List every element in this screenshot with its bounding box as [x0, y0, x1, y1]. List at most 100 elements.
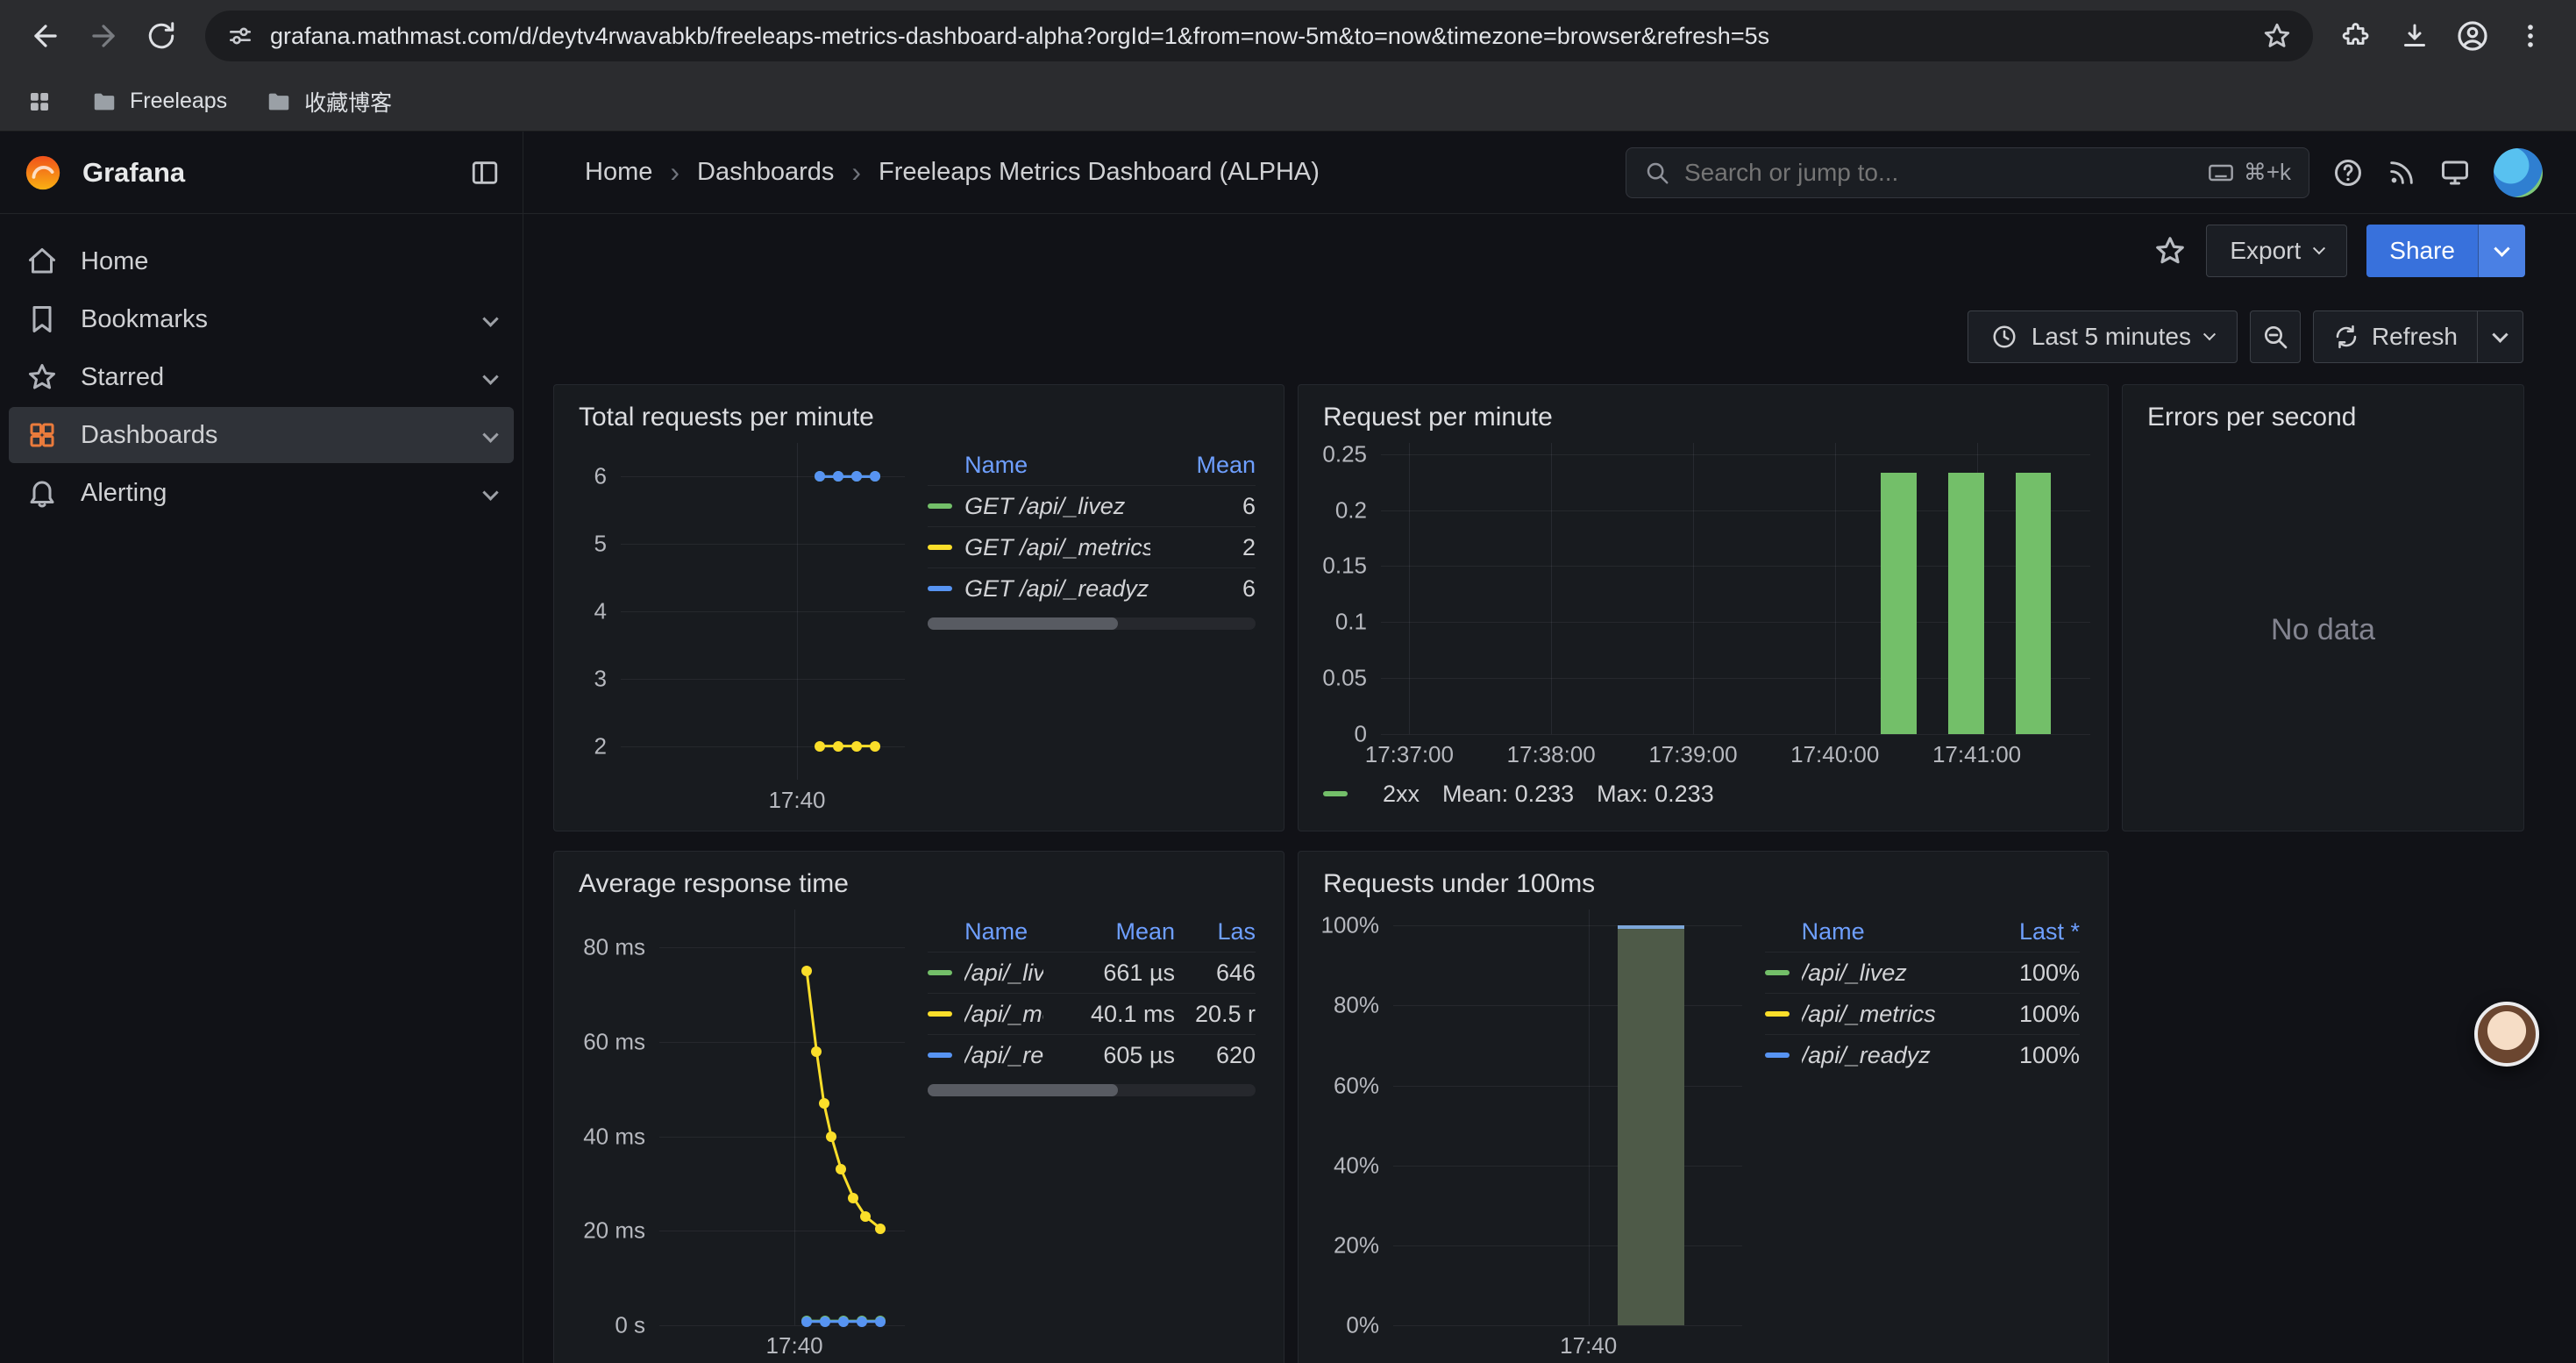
chevron-down-icon[interactable]: [482, 484, 498, 500]
legend-header-name[interactable]: Name: [964, 918, 1043, 946]
panel-request-per-minute: Request per minute 0.250.20.150.10.050 1…: [1298, 384, 2109, 831]
bookmark-label: Freeleaps: [130, 89, 227, 114]
legend-table: Name Mean GET /api/_livez 6: [905, 443, 1266, 817]
series-name: 2xx: [1383, 781, 1420, 808]
grafana-topbar: Home › Dashboards › Freeleaps Metrics Da…: [523, 132, 2576, 214]
legend-scrollbar[interactable]: [928, 617, 1256, 630]
no-data-message: No data: [2140, 443, 2506, 817]
dashboard-canvas: Last 5 minutes Refresh: [523, 288, 2576, 1363]
series-mean: 2: [1150, 534, 1256, 561]
sidebar-item-starred[interactable]: Starred: [9, 349, 514, 405]
zoom-out-button[interactable]: [2250, 310, 2301, 363]
legend-header-last[interactable]: Las: [1175, 918, 1256, 946]
breadcrumb-current: Freeleaps Metrics Dashboard (ALPHA): [879, 158, 1320, 187]
home-icon: [26, 246, 58, 277]
legend-header-name[interactable]: Name: [1802, 918, 1975, 946]
forward-button[interactable]: [77, 10, 130, 62]
profile-icon[interactable]: [2446, 10, 2499, 62]
legend-row[interactable]: /api/_readyz 100%: [1765, 1034, 2080, 1075]
browser-toolbar: [0, 0, 2576, 72]
dashboards-icon: [26, 419, 58, 451]
legend-table: Name Last * /api/_livez 100%: [1742, 910, 2090, 1362]
legend-row[interactable]: GET /api/_livez 6: [928, 485, 1256, 526]
legend-row[interactable]: /api/_metrics 100%: [1765, 993, 2080, 1034]
legend-row[interactable]: GET /api/_metrics 2: [928, 526, 1256, 567]
panel-title[interactable]: Average response time: [572, 864, 1266, 910]
series-name: GET /api/_readyz: [964, 575, 1150, 603]
star-icon: [26, 361, 58, 393]
news-rss-icon[interactable]: [2387, 158, 2416, 188]
bookmark-item-freeleaps[interactable]: Freeleaps: [91, 89, 227, 115]
chevron-down-icon[interactable]: [482, 368, 498, 384]
sidebar-collapse-icon[interactable]: [470, 158, 500, 188]
legend-row[interactable]: /api/_livez 100%: [1765, 952, 2080, 993]
sidebar-item-home[interactable]: Home: [9, 233, 514, 289]
series-last: 620: [1175, 1042, 1256, 1069]
download-icon[interactable]: [2388, 10, 2441, 62]
brand-title: Grafana: [82, 157, 185, 189]
legend-header-mean[interactable]: Mean: [1043, 918, 1175, 946]
legend-inline[interactable]: 2xx Mean: 0.233 Max: 0.233: [1316, 771, 2090, 817]
favorite-star-icon[interactable]: [2153, 234, 2187, 268]
search-box[interactable]: ⌘+k: [1626, 147, 2309, 198]
extensions-icon[interactable]: [2330, 10, 2383, 62]
legend-row[interactable]: /api/_metrics 40.1 ms 20.5 r: [928, 993, 1256, 1034]
share-menu-button[interactable]: [2478, 225, 2525, 277]
back-button[interactable]: [19, 10, 72, 62]
refresh-interval-button[interactable]: [2477, 311, 2523, 362]
sidebar-item-label: Dashboards: [81, 421, 217, 450]
help-icon[interactable]: [2332, 157, 2364, 189]
refresh-button[interactable]: Refresh: [2314, 311, 2477, 362]
series-last: 100%: [1975, 1001, 2080, 1028]
legend-header-name[interactable]: Name: [964, 452, 1150, 479]
bookmark-item-blogs[interactable]: 收藏博客: [266, 86, 392, 118]
sidebar-item-alerting[interactable]: Alerting: [9, 465, 514, 521]
legend-header-last[interactable]: Last *: [1975, 918, 2080, 946]
user-avatar[interactable]: [2494, 148, 2543, 197]
sidebar-item-dashboards[interactable]: Dashboards: [9, 407, 514, 463]
site-settings-icon[interactable]: [226, 22, 254, 50]
panel-title[interactable]: Request per minute: [1316, 397, 2090, 443]
folder-icon: [266, 89, 292, 115]
legend-row[interactable]: /api/_livez 661 µs 646: [928, 952, 1256, 993]
export-button[interactable]: Export: [2206, 225, 2347, 277]
keyboard-shortcut-hint: ⌘+k: [2207, 159, 2291, 187]
bookmark-label: 收藏博客: [304, 86, 392, 118]
panel-total-requests: Total requests per minute 65432 17:40 Na…: [553, 384, 1284, 831]
url-input[interactable]: [270, 23, 2246, 50]
request-per-minute-chart: 0.250.20.150.10.050 17:37:0017:38:0017:3…: [1316, 443, 2090, 771]
series-color-swatch: [928, 1053, 952, 1058]
scrollbar-thumb[interactable]: [928, 1084, 1118, 1096]
search-icon: [1644, 160, 1670, 186]
grafana-logo[interactable]: [23, 153, 63, 193]
chevron-down-icon[interactable]: [482, 426, 498, 442]
chevron-down-icon[interactable]: [482, 310, 498, 326]
search-input[interactable]: [1684, 159, 2193, 187]
series-mean: 6: [1150, 493, 1256, 520]
legend-row[interactable]: /api/_readyz 605 µs 620: [928, 1034, 1256, 1075]
apps-grid-icon[interactable]: [26, 89, 53, 115]
breadcrumb-home[interactable]: Home: [585, 158, 652, 187]
time-range-picker[interactable]: Last 5 minutes: [1968, 310, 2238, 363]
legend-scrollbar[interactable]: [928, 1084, 1256, 1096]
time-controls: Last 5 minutes Refresh: [523, 288, 2576, 384]
series-name: /api/_metrics: [964, 1001, 1043, 1028]
legend-header-mean[interactable]: Mean: [1150, 452, 1256, 479]
sidebar-item-label: Home: [81, 247, 148, 276]
browser-menu-icon[interactable]: [2504, 10, 2557, 62]
assistant-avatar-bubble[interactable]: [2474, 1002, 2539, 1067]
breadcrumb-dashboards[interactable]: Dashboards: [697, 158, 834, 187]
monitor-icon[interactable]: [2439, 157, 2471, 189]
panel-title[interactable]: Total requests per minute: [572, 397, 1266, 443]
average-response-time-chart: 80 ms60 ms40 ms20 ms0 s 17:40: [572, 910, 905, 1362]
address-bar[interactable]: [205, 11, 2313, 61]
share-button[interactable]: Share: [2366, 225, 2478, 277]
scrollbar-thumb[interactable]: [928, 617, 1118, 630]
legend-row[interactable]: GET /api/_readyz 6: [928, 567, 1256, 609]
series-name: GET /api/_livez: [964, 493, 1150, 520]
reload-button[interactable]: [135, 10, 188, 62]
bookmark-star-icon[interactable]: [2262, 21, 2292, 51]
panel-title[interactable]: Requests under 100ms: [1316, 864, 2090, 910]
panel-title[interactable]: Errors per second: [2140, 397, 2506, 443]
sidebar-item-bookmarks[interactable]: Bookmarks: [9, 291, 514, 347]
